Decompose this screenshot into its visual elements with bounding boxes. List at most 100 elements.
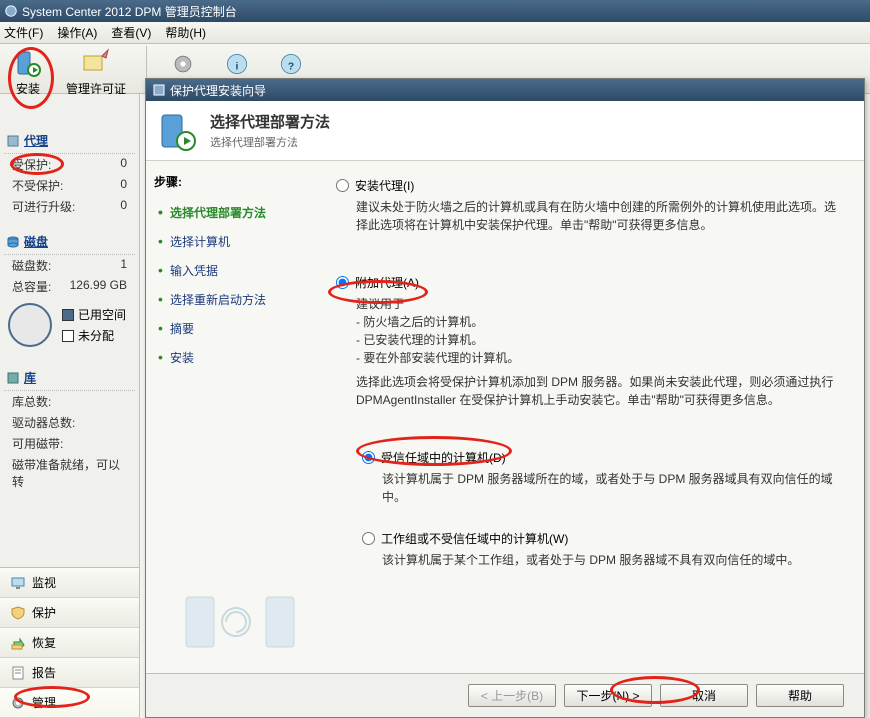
opt-attach-input[interactable]: [336, 276, 349, 289]
menu-view[interactable]: 查看(V): [111, 24, 151, 41]
sidebar-agent-header[interactable]: 代理: [4, 128, 135, 154]
nav-monitor[interactable]: 监视: [0, 568, 139, 598]
opt-install-label: 安装代理(I): [355, 177, 414, 194]
step-2[interactable]: 输入凭据: [154, 256, 308, 285]
menu-help[interactable]: 帮助(H): [165, 24, 206, 41]
nav-protect-label: 保护: [32, 604, 56, 621]
nav-manage-label: 管理: [32, 694, 56, 711]
stat-drive-total: 驱动器总数:: [4, 412, 135, 433]
gear-icon: [10, 695, 26, 711]
sub-workgroup-group: 工作组或不受信任域中的计算机(W) 该计算机属于某个工作组，或者处于与 DPM …: [362, 530, 844, 569]
opt-install-input[interactable]: [336, 179, 349, 192]
monitor-icon: [10, 575, 26, 591]
recover-icon: [10, 635, 26, 651]
info-button[interactable]: i: [215, 46, 259, 82]
nav-manage[interactable]: 管理: [0, 688, 139, 718]
legend-unalloc: 未分配: [56, 325, 132, 346]
stat-protected: 受保护:0: [4, 154, 135, 175]
sub-trusted-radio[interactable]: 受信任域中的计算机(D): [362, 449, 844, 466]
stat-lib-total: 库总数:: [4, 391, 135, 412]
steps-label: 步骤:: [154, 173, 308, 190]
shield-icon: [10, 605, 26, 621]
sub-trusted-group: 受信任域中的计算机(D) 该计算机属于 DPM 服务器域所在的域，或者处于与 D…: [362, 449, 844, 506]
nav-recover[interactable]: 恢复: [0, 628, 139, 658]
nav-monitor-label: 监视: [32, 574, 56, 591]
report-icon: [10, 665, 26, 681]
sidebar: 代理 受保护:0 不受保护:0 可进行升级:0 磁盘 磁盘数:1 总容量:126…: [0, 94, 140, 718]
wizard-titlebar: 保护代理安装向导: [146, 79, 864, 101]
license-icon: [80, 48, 112, 80]
opt-install-desc: 建议未处于防火墙之后的计算机或具有在防火墙中创建的所需例外的计算机使用此选项。选…: [356, 198, 844, 234]
disk-icon: [6, 235, 20, 249]
sub-trusted-label: 受信任域中的计算机(D): [381, 449, 506, 466]
stat-tape-avail: 可用磁带:: [4, 433, 135, 454]
sub-trusted-desc: 该计算机属于 DPM 服务器域所在的域，或者处于与 DPM 服务器域具有双向信任…: [382, 470, 844, 506]
step-1[interactable]: 选择计算机: [154, 227, 308, 256]
menu-bar: 文件(F) 操作(A) 查看(V) 帮助(H): [0, 22, 870, 44]
nav-report[interactable]: 报告: [0, 658, 139, 688]
back-button[interactable]: < 上一步(B): [468, 684, 556, 707]
menu-action[interactable]: 操作(A): [57, 24, 97, 41]
opt-attach-group: 附加代理(A) 建议用于 - 防火墙之后的计算机。 - 已安装代理的计算机。 -…: [336, 274, 844, 569]
deploy-icon: [156, 109, 200, 153]
opt-attach-note: 选择此选项会将受保护计算机添加到 DPM 服务器。如果尚未安装此代理，则必须通过…: [356, 373, 844, 409]
stat-unprotected: 不受保护:0: [4, 175, 135, 196]
info-icon: i: [221, 48, 253, 80]
svg-text:?: ?: [288, 60, 294, 72]
legend-used: 已用空间: [56, 304, 132, 325]
agent-icon: [6, 134, 20, 148]
opt-attach-radio[interactable]: 附加代理(A): [336, 274, 844, 291]
nav-recover-label: 恢复: [32, 634, 56, 651]
opt-attach-desc: 建议用于 - 防火墙之后的计算机。 - 已安装代理的计算机。 - 要在外部安装代…: [356, 295, 844, 367]
nav-list: 监视 保护 恢复 报告 管理: [0, 567, 139, 718]
help-button[interactable]: ?: [269, 46, 313, 82]
sub-workgroup-input[interactable]: [362, 532, 375, 545]
step-4[interactable]: 摘要: [154, 314, 308, 343]
agent-header-label: 代理: [24, 132, 48, 149]
svg-text:i: i: [236, 60, 239, 72]
sub-trusted-input[interactable]: [362, 451, 375, 464]
stat-upgradeable: 可进行升级:0: [4, 196, 135, 217]
options-button[interactable]: [161, 46, 205, 82]
wizard-body: 步骤: 选择代理部署方法 选择计算机 输入凭据 选择重新启动方法 摘要 安装 安…: [146, 161, 864, 673]
sub-workgroup-radio[interactable]: 工作组或不受信任域中的计算机(W): [362, 530, 844, 547]
wizard-steps: 步骤: 选择代理部署方法 选择计算机 输入凭据 选择重新启动方法 摘要 安装: [146, 161, 316, 673]
help-button[interactable]: 帮助: [756, 684, 844, 707]
stat-disk-count: 磁盘数:1: [4, 255, 135, 276]
menu-file[interactable]: 文件(F): [4, 24, 43, 41]
sub-workgroup-label: 工作组或不受信任域中的计算机(W): [381, 530, 568, 547]
server-install-icon: [12, 48, 44, 80]
wizard-dialog: 保护代理安装向导 选择代理部署方法 选择代理部署方法 步骤: 选择代理部署方法 …: [145, 78, 865, 718]
step-0[interactable]: 选择代理部署方法: [154, 198, 308, 227]
app-icon: [4, 4, 18, 18]
license-button[interactable]: 管理许可证: [60, 46, 132, 99]
step-3[interactable]: 选择重新启动方法: [154, 285, 308, 314]
lib-header-label: 库: [24, 369, 36, 386]
nav-protect[interactable]: 保护: [0, 598, 139, 628]
cancel-button[interactable]: 取消: [660, 684, 748, 707]
wizard-illustration: [176, 577, 306, 657]
opt-attach-label: 附加代理(A): [355, 274, 419, 291]
wizard-header-title: 选择代理部署方法: [210, 111, 330, 132]
wizard-buttons: < 上一步(B) 下一步(N) > 取消 帮助: [146, 673, 864, 717]
sidebar-lib-header[interactable]: 库: [4, 365, 135, 391]
wizard-header: 选择代理部署方法 选择代理部署方法: [146, 101, 864, 161]
library-icon: [6, 371, 20, 385]
disk-pie-chart: [8, 303, 52, 347]
help-icon: ?: [275, 48, 307, 80]
step-5[interactable]: 安装: [154, 343, 308, 372]
install-button[interactable]: 安装: [6, 46, 50, 99]
wizard-main: 安装代理(I) 建议未处于防火墙之后的计算机或具有在防火墙中创建的所需例外的计算…: [316, 161, 864, 673]
wizard-icon: [152, 83, 166, 97]
wizard-title-text: 保护代理安装向导: [170, 82, 266, 99]
nav-report-label: 报告: [32, 664, 56, 681]
wizard-header-sub: 选择代理部署方法: [210, 134, 330, 150]
stat-total-cap: 总容量:126.99 GB: [4, 276, 135, 297]
next-button[interactable]: 下一步(N) >: [564, 684, 652, 707]
gear-icon: [167, 48, 199, 80]
sidebar-disk-header[interactable]: 磁盘: [4, 229, 135, 255]
stat-tape-ready: 磁带准备就绪，可以转: [4, 454, 135, 492]
opt-install-radio[interactable]: 安装代理(I): [336, 177, 844, 194]
window-title: System Center 2012 DPM 管理员控制台: [22, 3, 237, 20]
sub-workgroup-desc: 该计算机属于某个工作组，或者处于与 DPM 服务器域不具有双向信任的域中。: [382, 551, 844, 569]
